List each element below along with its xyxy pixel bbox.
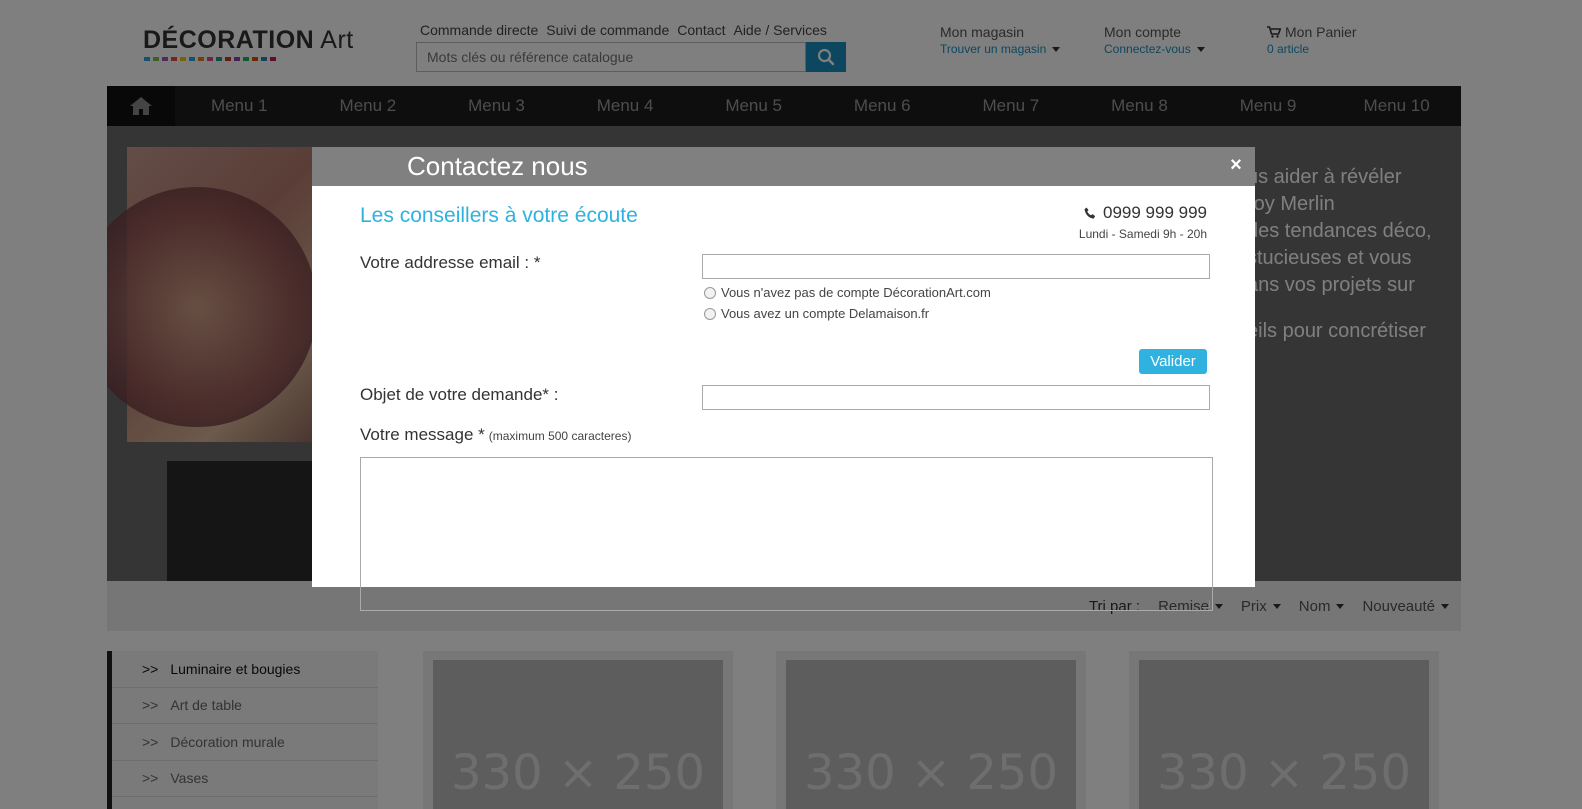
phone-icon	[1084, 207, 1096, 218]
close-button[interactable]: ×	[1227, 154, 1245, 176]
modal-subtitle: Les conseillers à votre écoute	[360, 204, 638, 227]
close-icon: ×	[1230, 154, 1242, 176]
email-field[interactable]	[702, 254, 1210, 279]
phone-number-row: 0999 999 999	[1079, 203, 1207, 223]
radio-has-account-label: Vous avez un compte Delamaison.fr	[721, 306, 930, 321]
subject-label: Objet de votre demande* :	[360, 385, 559, 404]
phone-number: 0999 999 999	[1103, 203, 1207, 222]
message-label: Votre message *	[360, 425, 485, 444]
modal-body: Les conseillers à votre écoute 0999 999 …	[312, 186, 1255, 611]
radio-has-account[interactable]: Vous avez un compte Delamaison.fr	[704, 306, 929, 321]
validate-button[interactable]: Valider	[1139, 349, 1207, 374]
phone-info: 0999 999 999 Lundi - Samedi 9h - 20h	[1079, 203, 1207, 241]
message-hint: (maximum 500 caracteres)	[488, 429, 632, 443]
radio-no-account-label: Vous n'avez pas de compte DécorationArt.…	[721, 285, 991, 300]
phone-hours: Lundi - Samedi 9h - 20h	[1078, 227, 1207, 241]
message-textarea[interactable]	[360, 457, 1213, 611]
message-label-row: Votre message * (maximum 500 caracteres)	[360, 425, 631, 445]
modal-header: Contactez nous ×	[312, 147, 1255, 186]
contact-modal: Contactez nous × Les conseillers à votre…	[312, 147, 1255, 611]
radio-no-account[interactable]: Vous n'avez pas de compte DécorationArt.…	[704, 285, 991, 300]
resize-handle[interactable]	[1202, 600, 1210, 608]
subject-field[interactable]	[702, 385, 1210, 410]
radio-button[interactable]	[704, 286, 716, 299]
email-label: Votre addresse email : *	[360, 253, 541, 272]
modal-title: Contactez nous	[407, 151, 588, 181]
radio-button[interactable]	[704, 307, 716, 320]
